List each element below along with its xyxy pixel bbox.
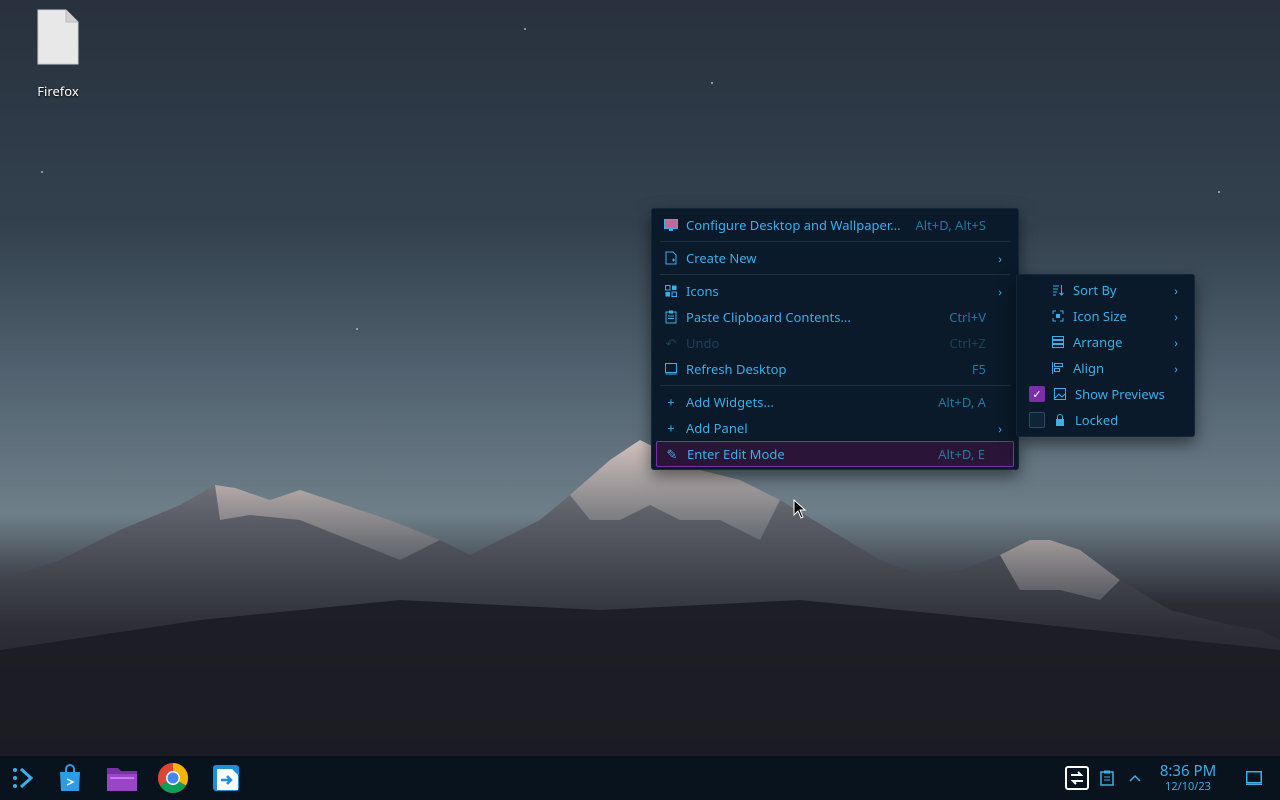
menu-item-label: Create New (686, 249, 757, 267)
menu-item-shortcut: Alt+D, A (938, 393, 986, 411)
mouse-cursor-icon (793, 498, 807, 523)
clock-time: 8:36 PM (1159, 761, 1217, 781)
menu-item-label: Add Widgets... (686, 393, 774, 411)
submenu-item-label: Align (1073, 359, 1105, 377)
menu-item-shortcut: Alt+D, Alt+S (915, 216, 986, 234)
app-launcher-icon[interactable] (4, 762, 40, 794)
chevron-right-icon: › (998, 282, 1002, 300)
menu-item-label: Icons (686, 282, 719, 300)
submenu-item-arrange[interactable]: Arrange › (1021, 330, 1190, 354)
menu-item-label: Enter Edit Mode (687, 445, 785, 463)
submenu-item-sort-by[interactable]: Sort By › (1021, 278, 1190, 302)
chevron-right-icon: › (1174, 281, 1178, 299)
chevron-up-icon[interactable] (1126, 762, 1144, 794)
pencil-icon: ✎ (666, 445, 678, 463)
show-previews-checkbox[interactable]: ✓ (1029, 386, 1045, 402)
align-icon (1049, 362, 1067, 374)
menu-item-undo[interactable]: ↶ Undo Ctrl+Z (656, 331, 1014, 355)
icons-submenu: Sort By › Icon Size › Arrange › Align › … (1016, 274, 1195, 437)
clipboard-icon[interactable] (1098, 762, 1116, 794)
menu-item-label: Configure Desktop and Wallpaper... (686, 216, 901, 234)
show-desktop-icon[interactable] (1244, 762, 1264, 794)
menu-item-label: Add Panel (686, 419, 748, 437)
menu-item-label: Paste Clipboard Contents... (686, 308, 851, 326)
desktop-context-menu: Configure Desktop and Wallpaper... Alt+D… (651, 208, 1019, 470)
submenu-item-label: Show Previews (1075, 385, 1165, 403)
arrange-icon (1049, 336, 1067, 348)
icon-size-icon (1049, 310, 1067, 322)
configure-desktop-icon (662, 219, 680, 231)
file-manager-icon[interactable] (104, 762, 140, 794)
locked-checkbox[interactable] (1029, 412, 1045, 428)
chevron-right-icon: › (998, 249, 1002, 267)
submenu-item-label: Sort By (1073, 281, 1117, 299)
menu-item-label: Undo (686, 334, 720, 352)
desktop-icon-firefox[interactable]: Firefox (22, 8, 94, 100)
refresh-desktop-icon (662, 363, 680, 375)
menu-item-add-panel[interactable]: + Add Panel › (656, 416, 1014, 440)
plus-icon: + (667, 393, 675, 411)
menu-item-shortcut: F5 (971, 360, 986, 378)
clock-date: 12/10/23 (1165, 779, 1211, 794)
menu-item-shortcut: Ctrl+Z (949, 334, 986, 352)
menu-item-paste[interactable]: Paste Clipboard Contents... Ctrl+V (656, 305, 1014, 329)
undo-icon: ↶ (665, 334, 677, 352)
menu-separator (660, 241, 1010, 242)
submenu-item-label: Icon Size (1073, 307, 1127, 325)
clipboard-icon (662, 310, 680, 324)
chevron-right-icon: › (1174, 359, 1178, 377)
image-icon (1051, 388, 1069, 400)
menu-item-shortcut: Ctrl+V (949, 308, 986, 326)
menu-item-enter-edit-mode[interactable]: ✎ Enter Edit Mode Alt+D, E (656, 441, 1014, 467)
menu-item-configure-desktop[interactable]: Configure Desktop and Wallpaper... Alt+D… (656, 213, 1014, 237)
discover-store-icon[interactable] (52, 762, 88, 794)
plus-icon: + (667, 419, 675, 437)
menu-item-icons[interactable]: Icons › (656, 279, 1014, 303)
submenu-item-label: Locked (1075, 411, 1119, 429)
menu-item-label: Refresh Desktop (686, 360, 787, 378)
remote-desktop-icon[interactable] (209, 762, 245, 794)
file-icon (36, 8, 80, 66)
icons-grid-icon (662, 285, 680, 297)
chevron-right-icon: › (998, 419, 1002, 437)
submenu-item-show-previews[interactable]: ✓ Show Previews (1021, 382, 1190, 406)
lock-icon (1051, 414, 1069, 426)
menu-item-add-widgets[interactable]: + Add Widgets... Alt+D, A (656, 390, 1014, 414)
submenu-item-locked[interactable]: Locked (1021, 408, 1190, 432)
menu-item-refresh-desktop[interactable]: Refresh Desktop F5 (656, 357, 1014, 381)
chevron-right-icon: › (1174, 307, 1178, 325)
menu-separator (660, 274, 1010, 275)
chrome-icon[interactable] (155, 762, 191, 794)
menu-item-create-new[interactable]: Create New › (656, 246, 1014, 270)
digital-clock[interactable]: 8:36 PM 12/10/23 (1152, 761, 1224, 794)
sort-icon (1049, 284, 1067, 296)
remote-desktop-tray-icon[interactable] (1064, 762, 1090, 794)
menu-separator (660, 385, 1010, 386)
submenu-item-align[interactable]: Align › (1021, 356, 1190, 380)
chevron-right-icon: › (1174, 333, 1178, 351)
menu-item-shortcut: Alt+D, E (938, 445, 985, 463)
submenu-item-icon-size[interactable]: Icon Size › (1021, 304, 1190, 328)
taskbar (0, 756, 1280, 800)
new-document-icon (662, 251, 680, 265)
submenu-item-label: Arrange (1073, 333, 1123, 351)
desktop-icon-label: Firefox (37, 82, 79, 100)
